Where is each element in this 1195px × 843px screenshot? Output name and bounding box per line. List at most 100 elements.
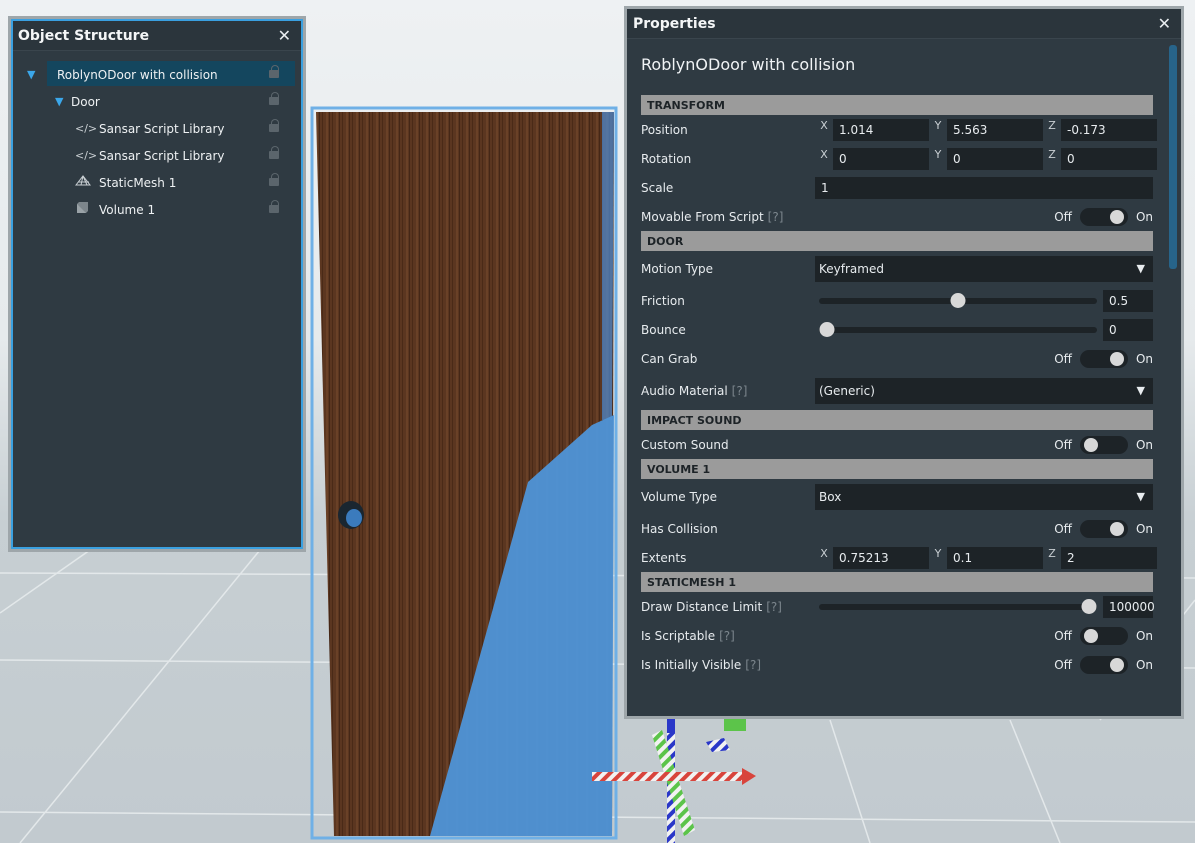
lock-icon[interactable]: [269, 119, 279, 133]
chevron-down-icon: ▼: [1136, 262, 1145, 275]
axis-x-label: X: [820, 546, 828, 560]
extents-y-input[interactable]: 0.1: [947, 546, 1043, 569]
rotation-x-input[interactable]: 0: [833, 147, 929, 170]
extents-z-input[interactable]: 2: [1061, 546, 1157, 569]
scrollbar[interactable]: [1169, 45, 1177, 269]
scale-label: Scale: [641, 180, 674, 195]
extents-row: Extents X 0.75213 Y 0.1 Z 2: [641, 543, 1157, 572]
panel-title: Object Structure: [18, 27, 150, 44]
volume-type-label: Volume Type: [641, 489, 718, 504]
axis-z-label: Z: [1048, 147, 1056, 161]
scale-input[interactable]: 1: [815, 176, 1153, 199]
friction-input[interactable]: 0.5: [1103, 289, 1153, 312]
mesh-icon: [74, 175, 99, 190]
help-marker[interactable]: [?]: [719, 629, 735, 643]
audio-material-value: (Generic): [819, 383, 875, 398]
movable-row: Movable From Script [?] Off On: [641, 202, 1153, 231]
tree-item-label: Sansar Script Library: [99, 121, 225, 136]
audio-material-row: Audio Material [?] (Generic) ▼: [641, 373, 1153, 408]
object-structure-frame: Object Structure ✕ ▼ RoblynODoor with co…: [8, 16, 306, 552]
close-icon[interactable]: ✕: [1158, 15, 1171, 32]
position-x-input[interactable]: 1.014: [833, 118, 929, 141]
can-grab-label: Can Grab: [641, 351, 698, 366]
help-marker[interactable]: [?]: [745, 658, 761, 672]
slider-thumb[interactable]: [819, 321, 835, 337]
lock-icon[interactable]: [269, 200, 279, 214]
expand-triangle-icon[interactable]: ▼: [55, 95, 69, 108]
motion-type-select[interactable]: Keyframed ▼: [815, 255, 1153, 282]
custom-sound-row: Custom Sound Off On: [641, 430, 1153, 459]
tree-item-staticmesh[interactable]: StaticMesh 1: [13, 169, 301, 196]
rotation-z-input[interactable]: 0: [1061, 147, 1157, 170]
is-initially-visible-toggle[interactable]: [1079, 655, 1128, 674]
friction-slider[interactable]: [819, 292, 1097, 308]
position-y-input[interactable]: 5.563: [947, 118, 1043, 141]
properties-frame: Properties ✕ RoblynODoor with collision …: [624, 6, 1184, 719]
off-label: Off: [1054, 437, 1072, 452]
friction-label: Friction: [641, 293, 685, 308]
lock-icon[interactable]: [269, 92, 279, 106]
off-label: Off: [1054, 209, 1072, 224]
draw-distance-input[interactable]: 100000: [1103, 595, 1155, 618]
axis-y-label: Y: [934, 147, 942, 161]
has-collision-toggle[interactable]: [1079, 519, 1128, 538]
slider-thumb[interactable]: [1081, 598, 1097, 614]
tree-item-root[interactable]: ▼ RoblynODoor with collision: [13, 61, 301, 88]
lock-icon[interactable]: [269, 173, 279, 187]
lock-icon[interactable]: [269, 65, 279, 79]
custom-sound-toggle[interactable]: [1079, 435, 1128, 454]
extents-x-input[interactable]: 0.75213: [833, 546, 929, 569]
tree-item-volume[interactable]: Volume 1: [13, 196, 301, 223]
axis-z-label: Z: [1048, 118, 1056, 132]
tree-item-door[interactable]: ▼ Door: [13, 88, 301, 115]
axis-x-label: X: [820, 118, 828, 132]
help-marker[interactable]: [?]: [768, 210, 784, 224]
volume-type-select[interactable]: Box ▼: [815, 483, 1153, 510]
position-row: Position X 1.014 Y 5.563 Z -0.173: [641, 115, 1157, 144]
bounce-input[interactable]: 0: [1103, 318, 1153, 341]
rotation-row: Rotation X 0 Y 0 Z 0: [641, 144, 1157, 173]
position-z-input[interactable]: -0.173: [1061, 118, 1157, 141]
is-initially-visible-row: Is Initially Visible [?] Off On: [641, 650, 1153, 679]
scale-row: Scale 1: [641, 173, 1153, 202]
tree-item-script-library[interactable]: </> Sansar Script Library: [13, 142, 301, 169]
motion-type-label: Motion Type: [641, 261, 714, 276]
section-impact-sound: IMPACT SOUND: [641, 410, 1153, 430]
expand-triangle-icon[interactable]: ▼: [27, 68, 41, 81]
tree-item-label: Volume 1: [99, 202, 156, 217]
bounce-slider[interactable]: [819, 321, 1097, 337]
object-structure-header[interactable]: Object Structure ✕: [13, 21, 301, 51]
panel-title: Properties: [633, 15, 716, 32]
on-label: On: [1135, 657, 1153, 672]
slider-thumb[interactable]: [950, 292, 966, 308]
volume-type-row: Volume Type Box ▼: [641, 479, 1153, 514]
is-scriptable-toggle[interactable]: [1079, 626, 1128, 645]
audio-material-select[interactable]: (Generic) ▼: [815, 377, 1153, 404]
section-staticmesh: STATICMESH 1: [641, 572, 1153, 592]
help-marker[interactable]: [?]: [766, 600, 782, 614]
help-marker[interactable]: [?]: [732, 384, 748, 398]
section-door: DOOR: [641, 231, 1153, 251]
code-icon: </>: [75, 122, 98, 135]
rotation-y-input[interactable]: 0: [947, 147, 1043, 170]
tree-item-script-library[interactable]: </> Sansar Script Library: [13, 115, 301, 142]
motion-type-value: Keyframed: [819, 261, 884, 276]
chevron-down-icon: ▼: [1136, 384, 1145, 397]
audio-material-label: Audio Material [?]: [641, 383, 748, 398]
bounce-label: Bounce: [641, 322, 686, 337]
can-grab-toggle[interactable]: [1079, 349, 1128, 368]
lock-icon[interactable]: [269, 146, 279, 160]
axis-x-label: X: [820, 147, 828, 161]
volume-icon: [75, 202, 99, 217]
on-label: On: [1135, 628, 1153, 643]
bounce-row: Bounce 0: [641, 315, 1153, 344]
close-icon[interactable]: ✕: [278, 27, 291, 44]
draw-distance-slider[interactable]: [819, 598, 1097, 614]
object-name: RoblynODoor with collision: [641, 55, 856, 74]
door-mesh: [316, 112, 614, 836]
draw-distance-row: Draw Distance Limit [?] 100000: [641, 592, 1155, 621]
properties-header[interactable]: Properties ✕: [627, 9, 1181, 39]
extents-label: Extents: [641, 550, 687, 565]
off-label: Off: [1054, 657, 1072, 672]
movable-toggle[interactable]: [1079, 207, 1128, 226]
